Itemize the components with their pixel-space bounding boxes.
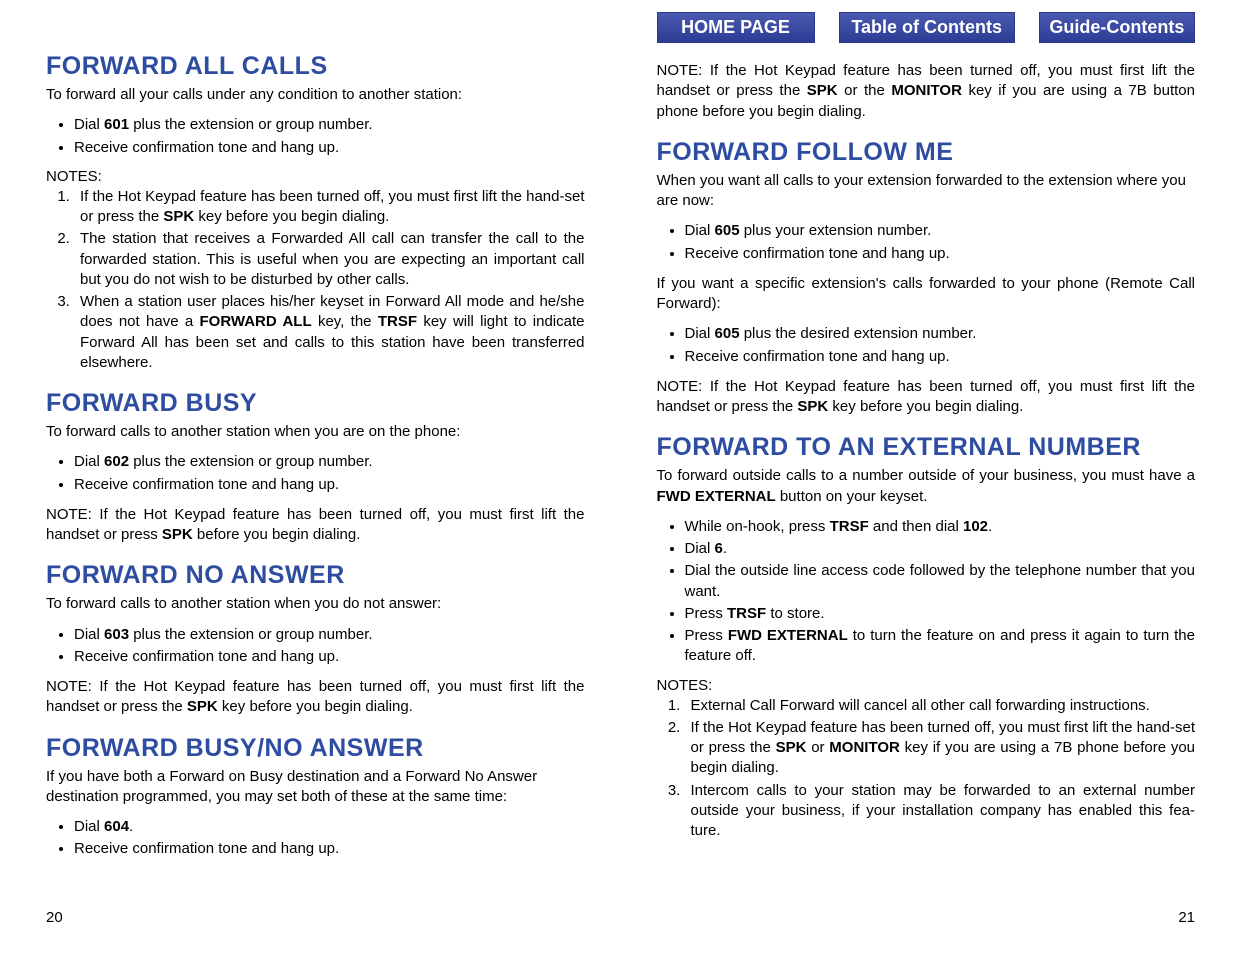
- list-item: Press TRSF to store.: [685, 604, 1196, 624]
- bullet-list: Dial 603 plus the extension or group num…: [46, 625, 585, 668]
- list-item: Dial 605 plus your extension number.: [685, 221, 1196, 241]
- list-item: Dial 605 plus the desired extension numb…: [685, 324, 1196, 344]
- list-item: Dial 601 plus the extension or group num…: [74, 115, 585, 135]
- bullet-list: While on-hook, press TRSF and then dial …: [657, 517, 1196, 667]
- list-item: Receive confirmation tone and hang up.: [74, 647, 585, 667]
- note-text: NOTE: If the Hot Keypad feature has been…: [657, 377, 1196, 418]
- list-item: The station that receives a Forwarded Al…: [74, 229, 585, 290]
- numbered-list: If the Hot Keypad feature has been turne…: [46, 187, 585, 373]
- list-item: Dial 604.: [74, 817, 585, 837]
- heading-forward-busy-no-answer: FORWARD BUSY/NO ANSWER: [46, 734, 585, 763]
- body-text: If you want a specific extension's calls…: [657, 274, 1196, 315]
- home-page-button[interactable]: HOME PAGE: [657, 12, 815, 43]
- list-item: Dial the outside line access code follow…: [685, 561, 1196, 602]
- heading-forward-external-number: FORWARD TO AN EXTERNAL NUMBER: [657, 433, 1196, 462]
- list-item: Press FWD EXTERNAL to turn the feature o…: [685, 626, 1196, 667]
- notes-label: NOTES:: [657, 677, 1196, 694]
- intro-text: To forward all your calls under any cond…: [46, 85, 585, 105]
- list-item: Receive confirmation tone and hang up.: [685, 244, 1196, 264]
- page-number-right: 21: [1178, 909, 1195, 926]
- heading-forward-follow-me: FORWARD FOLLOW ME: [657, 138, 1196, 167]
- page-number-left: 20: [46, 909, 63, 926]
- list-item: Dial 6.: [685, 539, 1196, 559]
- bullet-list: Dial 602 plus the extension or group num…: [46, 452, 585, 495]
- note-text: NOTE: If the Hot Keypad feature has been…: [46, 677, 585, 718]
- table-of-contents-button[interactable]: Table of Contents: [839, 12, 1015, 43]
- heading-forward-all-calls: FORWARD ALL CALLS: [46, 52, 585, 81]
- list-item: Receive confirmation tone and hang up.: [74, 475, 585, 495]
- nav-buttons: HOME PAGE Table of Contents Guide-Conten…: [657, 12, 1196, 43]
- note-text: NOTE: If the Hot Keypad feature has been…: [657, 61, 1196, 122]
- bullet-list: Dial 605 plus your extension number. Rec…: [657, 221, 1196, 264]
- intro-text: If you have both a Forward on Busy desti…: [46, 767, 585, 808]
- list-item: Intercom calls to your station may be fo…: [685, 781, 1196, 842]
- list-item: Dial 603 plus the extension or group num…: [74, 625, 585, 645]
- list-item: Receive confirmation tone and hang up.: [74, 138, 585, 158]
- note-text: NOTE: If the Hot Keypad feature has been…: [46, 505, 585, 546]
- heading-forward-busy: FORWARD BUSY: [46, 389, 585, 418]
- numbered-list: External Call Forward will cancel all ot…: [657, 696, 1196, 842]
- intro-text: To forward outside calls to a number out…: [657, 466, 1196, 507]
- list-item: Receive confirmation tone and hang up.: [685, 347, 1196, 367]
- list-item: External Call Forward will cancel all ot…: [685, 696, 1196, 716]
- bullet-list: Dial 605 plus the desired extension numb…: [657, 324, 1196, 367]
- list-item: While on-hook, press TRSF and then dial …: [685, 517, 1196, 537]
- list-item: When a station user places his/her keyse…: [74, 292, 585, 373]
- guide-contents-button[interactable]: Guide-Contents: [1039, 12, 1195, 43]
- intro-text: To forward calls to another station when…: [46, 422, 585, 442]
- notes-label: NOTES:: [46, 168, 585, 185]
- list-item: Dial 602 plus the extension or group num…: [74, 452, 585, 472]
- list-item: Receive confirmation tone and hang up.: [74, 839, 585, 859]
- intro-text: To forward calls to another station when…: [46, 594, 585, 614]
- bullet-list: Dial 601 plus the extension or group num…: [46, 115, 585, 158]
- intro-text: When you want all calls to your extensio…: [657, 171, 1196, 212]
- heading-forward-no-answer: FORWARD NO ANSWER: [46, 561, 585, 590]
- bullet-list: Dial 604. Receive confirmation tone and …: [46, 817, 585, 860]
- list-item: If the Hot Keypad feature has been turne…: [685, 718, 1196, 779]
- list-item: If the Hot Keypad feature has been turne…: [74, 187, 585, 228]
